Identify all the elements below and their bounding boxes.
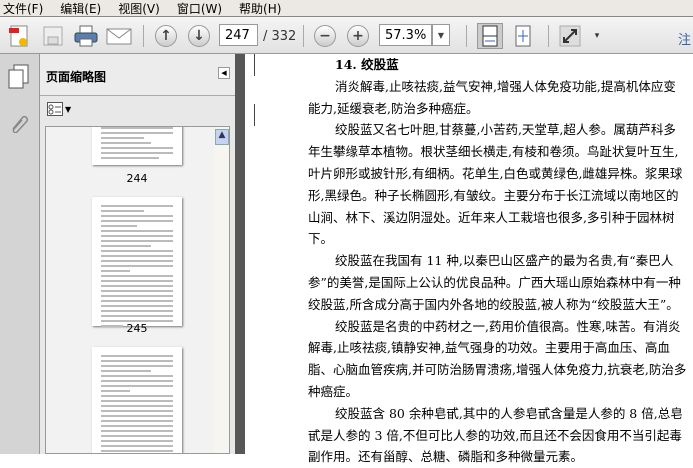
comment-label[interactable]: 注 xyxy=(678,29,691,48)
collapse-panel-button[interactable]: ◀ xyxy=(218,67,230,79)
panel-title: 页面缩略图 xyxy=(46,70,107,84)
page-thumbnails-icon[interactable] xyxy=(8,64,30,93)
options-icon xyxy=(47,102,63,116)
zoom-dropdown-chevron-icon[interactable]: ▼ xyxy=(432,24,450,46)
save-icon[interactable] xyxy=(40,23,66,49)
thumbnail-page-244[interactable] xyxy=(92,127,182,165)
page-content: 14. 绞股蓝 消炎解毒,止咳祛痰,益气安神,增强人体免疫功能,提高机体应变能力… xyxy=(308,54,693,468)
create-pdf-icon[interactable] xyxy=(6,23,32,49)
document-view: 14. 绞股蓝 消炎解毒,止咳祛痰,益气安神,增强人体免疫功能,提高机体应变能力… xyxy=(245,54,693,464)
zoom-out-button[interactable]: − xyxy=(312,23,338,49)
toolbar-overflow-chevron-icon[interactable]: ▾ xyxy=(590,23,604,49)
thumbnail-label: 244 xyxy=(126,172,148,185)
page-number-input[interactable]: 247 xyxy=(219,24,258,46)
fit-width-button[interactable] xyxy=(477,23,503,49)
menu-edit[interactable]: 编辑(E) xyxy=(60,0,101,17)
menu-file[interactable]: 文件(F) xyxy=(3,0,43,17)
page-total: / 332 xyxy=(263,29,297,44)
thumbnail-label: 245 xyxy=(126,322,148,335)
menu-view[interactable]: 视图(V) xyxy=(118,0,160,17)
navigation-strip xyxy=(0,54,40,454)
paragraph: 绞股蓝又名七叶胆,甘蔡蔓,小苦药,天堂草,超人参。属葫芦科多年生攀缘草本植物。根… xyxy=(308,122,683,247)
print-icon[interactable] xyxy=(72,23,100,49)
previous-page-button[interactable]: ↑ xyxy=(153,23,179,49)
thumbnail-scrollbar[interactable]: ▲ xyxy=(214,127,229,453)
menu-help[interactable]: 帮助(H) xyxy=(239,0,281,17)
toolbar: ↑ ↓ 247 / 332 − + 57.3% ▼ ▾ 注 xyxy=(0,17,693,54)
paragraph: 绞股蓝是名贵的中药材之一,药用价值很高。性寒,味苦。有消炎解毒,止咳祛痰,镇静安… xyxy=(308,318,687,399)
menu-bar: 文件(F) 编辑(E) 视图(V) 窗口(W) 帮助(H) xyxy=(0,0,693,17)
paragraph: 绞股蓝含 80 余种皂甙,其中的人参皂甙含量是人参的 8 倍,总皂甙是人参的 3… xyxy=(308,405,683,465)
zoom-input[interactable]: 57.3% xyxy=(379,24,432,46)
full-screen-icon[interactable] xyxy=(557,23,583,49)
attachments-paperclip-icon[interactable] xyxy=(9,111,29,136)
panel-splitter[interactable] xyxy=(235,54,245,454)
paragraph: 绞股蓝在我国有 11 种,以秦巴山区盛产的最为名贵,有“秦巴人参”的美誉,是国际… xyxy=(308,253,681,312)
menu-window[interactable]: 窗口(W) xyxy=(177,0,222,17)
thumbnail-list: 244 245 ▲ xyxy=(45,126,230,454)
paragraph: 消炎解毒,止咳祛痰,益气安神,增强人体免疫功能,提高机体应变能力,延缓衰老,防治… xyxy=(308,78,676,116)
fit-page-button[interactable] xyxy=(511,23,535,49)
email-icon[interactable] xyxy=(106,23,132,49)
thumbnail-page-245[interactable] xyxy=(92,197,182,327)
zoom-in-button[interactable]: + xyxy=(345,23,371,49)
scroll-up-arrow-icon[interactable]: ▲ xyxy=(215,129,229,145)
section-heading: 14. 绞股蓝 xyxy=(335,57,399,72)
thumbnail-page-246[interactable] xyxy=(92,347,182,453)
thumbnails-panel: 页面缩略图 ◀ ▼ 244 245 ▲ xyxy=(40,54,235,454)
options-menu-button[interactable]: ▼ xyxy=(47,102,71,116)
next-page-button[interactable]: ↓ xyxy=(186,23,212,49)
